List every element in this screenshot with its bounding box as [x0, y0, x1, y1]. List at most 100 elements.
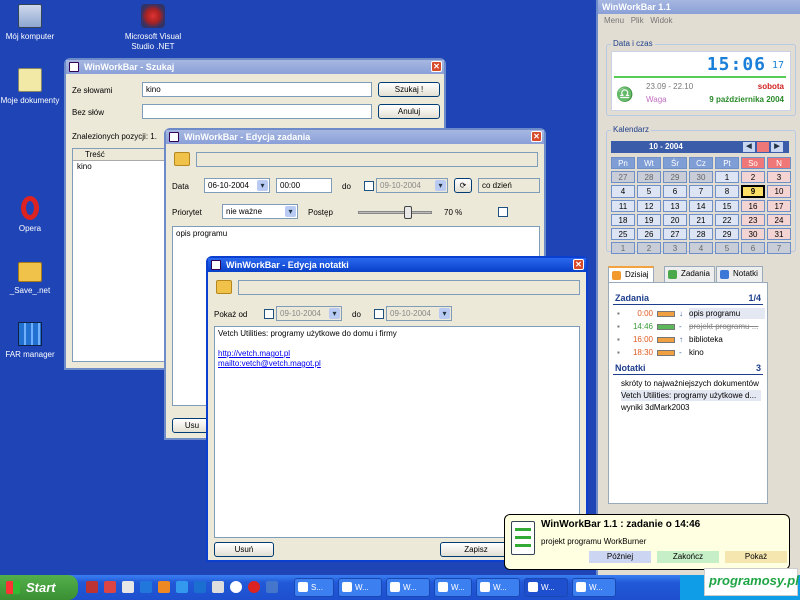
- to-date-picker[interactable]: 09-10-2004: [376, 178, 448, 193]
- next-month-icon[interactable]: ▶: [771, 142, 783, 152]
- calendar-day[interactable]: 6: [741, 242, 765, 254]
- task-row[interactable]: ▪ 0:00 ↓ opis programu: [617, 308, 767, 319]
- desktop-icon-save-net[interactable]: _Save_.net: [0, 262, 62, 296]
- menu-item-view[interactable]: Widok: [650, 16, 672, 25]
- calendar-day[interactable]: 11: [611, 200, 635, 212]
- close-icon[interactable]: ✕: [573, 259, 584, 270]
- menu-item-file[interactable]: Plik: [631, 16, 644, 25]
- taskbar-button[interactable]: W...: [524, 578, 568, 597]
- quicklaunch-icon[interactable]: [212, 581, 224, 593]
- tab-tasks[interactable]: Zadania: [664, 266, 715, 282]
- quicklaunch-icon[interactable]: [104, 581, 116, 593]
- desktop-icon-my-documents[interactable]: Moje dokumenty: [0, 68, 62, 106]
- progress-slider-track[interactable]: [358, 206, 432, 219]
- note-item[interactable]: skróty to najważniejszych dokumentów: [621, 378, 759, 389]
- taskbar-button[interactable]: S...: [294, 578, 334, 597]
- calendar-day[interactable]: 26: [637, 228, 661, 240]
- quicklaunch-icon[interactable]: [248, 581, 260, 593]
- done-checkbox[interactable]: [498, 207, 508, 217]
- calendar-day[interactable]: 19: [637, 214, 661, 226]
- calendar-day[interactable]: 30: [689, 171, 713, 183]
- quicklaunch-icon[interactable]: [230, 581, 242, 593]
- to-picker[interactable]: 09-10-2004: [386, 306, 452, 321]
- repeat-icon[interactable]: ⟳: [454, 178, 472, 193]
- calendar-day[interactable]: 13: [663, 200, 687, 212]
- calendar-day[interactable]: 10: [767, 185, 791, 198]
- quicklaunch-icon[interactable]: [86, 581, 98, 593]
- prev-month-icon[interactable]: ◀: [743, 142, 755, 152]
- calendar-day[interactable]: 18: [611, 214, 635, 226]
- calendar-day[interactable]: 20: [663, 214, 687, 226]
- time-input[interactable]: 00:00: [276, 178, 332, 193]
- close-icon[interactable]: ✕: [431, 61, 442, 72]
- calendar-day[interactable]: 1: [715, 171, 739, 183]
- finish-button[interactable]: Zakończ: [657, 551, 719, 563]
- taskbar-button[interactable]: W...: [476, 578, 520, 597]
- category-field[interactable]: [238, 280, 580, 295]
- search-button[interactable]: Szukaj !: [378, 82, 440, 97]
- note-edit-titlebar[interactable]: WinWorkBar - Edycja notatki ✕: [208, 258, 586, 272]
- calendar-day[interactable]: 28: [637, 171, 661, 183]
- progress-slider-thumb[interactable]: [404, 206, 412, 219]
- calendar-day[interactable]: 14: [689, 200, 713, 212]
- quicklaunch-icon[interactable]: [158, 581, 170, 593]
- calendar-day[interactable]: 3: [767, 171, 791, 183]
- show-button[interactable]: Pokaż: [725, 551, 787, 563]
- tab-today[interactable]: Dzisiaj: [608, 266, 654, 282]
- list-item[interactable]: kino: [73, 161, 171, 172]
- calendar-day[interactable]: 1: [611, 242, 635, 254]
- sidebar-title[interactable]: WinWorkBar 1.1: [598, 0, 800, 14]
- calendar-day[interactable]: 22: [715, 214, 739, 226]
- calendar-day[interactable]: 24: [767, 214, 791, 226]
- quicklaunch-icon[interactable]: [194, 581, 206, 593]
- cancel-button[interactable]: Anuluj: [378, 104, 440, 119]
- calendar-day[interactable]: 27: [611, 171, 635, 183]
- taskbar-button[interactable]: W...: [434, 578, 472, 597]
- save-button[interactable]: Zapisz: [440, 542, 512, 557]
- results-list[interactable]: Treść kino: [72, 148, 172, 362]
- quicklaunch-icon[interactable]: [176, 581, 188, 593]
- note-item[interactable]: wyniki 3dMark2003: [621, 402, 689, 413]
- calendar-day[interactable]: 25: [611, 228, 635, 240]
- desktop-icon-far-manager[interactable]: FAR manager: [0, 322, 62, 360]
- folder-icon[interactable]: [174, 152, 190, 166]
- calendar-day[interactable]: 29: [715, 228, 739, 240]
- calendar-day[interactable]: 31: [767, 228, 791, 240]
- calendar-day[interactable]: 5: [637, 185, 661, 198]
- tab-notes[interactable]: Notatki: [716, 266, 763, 282]
- quicklaunch-icon[interactable]: [266, 581, 278, 593]
- desktop-icon-visual-studio[interactable]: Microsoft Visual Studio .NET: [120, 4, 186, 52]
- note-link-http[interactable]: http://vetch.magot.pl: [218, 349, 576, 359]
- date-picker[interactable]: 06-10-2004: [204, 178, 270, 193]
- without-words-input[interactable]: [142, 104, 372, 119]
- taskbar-button[interactable]: W...: [338, 578, 382, 597]
- show-from-picker[interactable]: 09-10-2004: [276, 306, 342, 321]
- taskbar-button[interactable]: W...: [386, 578, 430, 597]
- calendar-day[interactable]: 15: [715, 200, 739, 212]
- task-row[interactable]: ▪ 16:00 ↑ biblioteka: [617, 334, 767, 345]
- task-edit-titlebar[interactable]: WinWorkBar - Edycja zadania ✕: [166, 130, 544, 144]
- calendar-day[interactable]: 5: [715, 242, 739, 254]
- start-button[interactable]: Start: [0, 575, 78, 600]
- desktop-icon-opera[interactable]: Opera: [0, 196, 62, 234]
- calendar-day[interactable]: 30: [741, 228, 765, 240]
- calendar-day[interactable]: 28: [689, 228, 713, 240]
- calendar-day[interactable]: 16: [741, 200, 765, 212]
- to-date-checkbox[interactable]: [364, 181, 374, 191]
- category-field[interactable]: [196, 152, 538, 167]
- note-link-mailto[interactable]: mailto:vetch@vetch.magot.pl: [218, 359, 576, 369]
- note-text[interactable]: Vetch Utilities: programy użytkowe do do…: [214, 326, 580, 538]
- calendar-day[interactable]: 6: [663, 185, 687, 198]
- remove-button[interactable]: Usuń: [214, 542, 274, 557]
- calendar-day[interactable]: 21: [689, 214, 713, 226]
- taskbar-button[interactable]: W...: [572, 578, 616, 597]
- calendar-day[interactable]: 9: [741, 185, 765, 198]
- calendar-day[interactable]: 3: [663, 242, 687, 254]
- calendar-day[interactable]: 23: [741, 214, 765, 226]
- calendar-day[interactable]: 17: [767, 200, 791, 212]
- calendar-day[interactable]: 12: [637, 200, 661, 212]
- show-from-checkbox[interactable]: [264, 309, 274, 319]
- quicklaunch-icon[interactable]: [140, 581, 152, 593]
- to-checkbox[interactable]: [374, 309, 384, 319]
- calendar-day[interactable]: 8: [715, 185, 739, 198]
